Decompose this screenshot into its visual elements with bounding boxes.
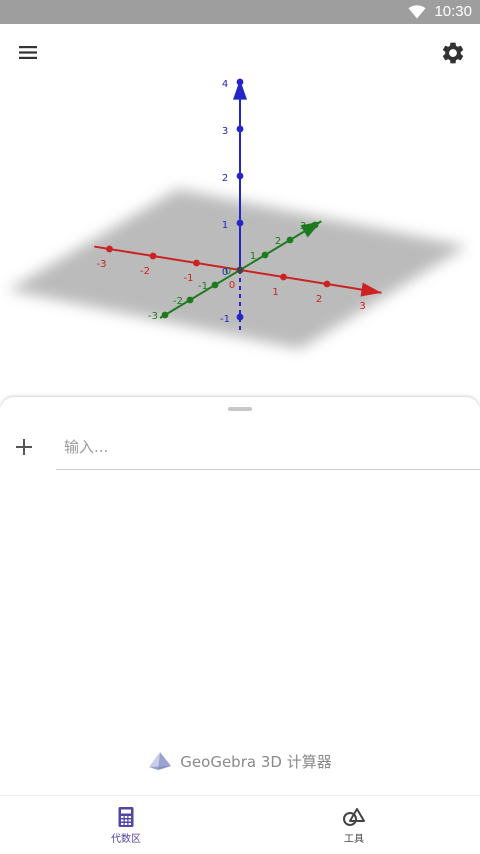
tab-tools[interactable]: 工具 (234, 796, 474, 854)
x-tick-label: 0 (229, 280, 235, 291)
tools-icon (343, 807, 365, 826)
y-tick-label: -3 (148, 311, 158, 322)
status-bar: 10:30 (0, 0, 480, 24)
x-tick-label: -1 (184, 273, 194, 284)
z-tick-dot (236, 313, 244, 321)
x-tick-label: 3 (359, 301, 365, 312)
calculator-icon (118, 806, 134, 827)
z-tick-label: -1 (220, 314, 230, 325)
y-tick-label: -2 (173, 296, 183, 307)
graphics-view-3d[interactable]: -3-2-10123-3-2-10123-101234 (0, 24, 480, 400)
x-tick-label: 2 (316, 294, 322, 305)
x-tick-label: -3 (97, 259, 107, 270)
z-tick-label: 2 (222, 173, 228, 184)
z-tick-dot (236, 78, 244, 86)
x-tick-dot (149, 252, 157, 260)
x-tick-dot (193, 259, 200, 267)
y-tick-dot (186, 296, 194, 304)
z-tick-label: 1 (222, 220, 228, 231)
y-tick-label: 1 (250, 251, 256, 262)
y-tick-label: 3 (300, 221, 306, 232)
drag-handle[interactable] (228, 407, 252, 411)
bottom-navigation: 代数区 工具 (0, 795, 480, 854)
tab-tools-label: 工具 (344, 833, 364, 845)
y-tick-dot (311, 221, 319, 229)
pyramid-logo-icon (149, 752, 172, 770)
z-tick-dot (236, 172, 244, 180)
y-tick-label: 2 (275, 236, 281, 247)
y-tick-dot (261, 251, 269, 259)
tab-algebra[interactable]: 代数区 (6, 796, 246, 854)
z-tick-dot (236, 219, 244, 227)
algebra-panel: GeoGebra 3D 计算器 (0, 397, 480, 795)
z-tick-dot (236, 125, 244, 133)
algebra-input-row[interactable] (56, 427, 480, 470)
algebra-input[interactable] (64, 435, 464, 459)
y-tick-dot (286, 236, 294, 244)
z-tick-label: 0 (222, 267, 228, 278)
wifi-icon (408, 5, 426, 19)
tab-algebra-label: 代数区 (111, 833, 141, 845)
x-tick-dot (367, 287, 374, 295)
app-brand: GeoGebra 3D 计算器 (0, 749, 480, 773)
plus-icon (16, 439, 32, 455)
y-tick-dot (211, 281, 219, 289)
x-tick-dot (106, 245, 113, 253)
y-tick-dot (161, 311, 169, 319)
add-button[interactable] (10, 433, 38, 461)
x-tick-dot (323, 280, 331, 288)
y-tick-label: -1 (198, 281, 208, 292)
app-name: GeoGebra 3D 计算器 (180, 752, 332, 771)
status-time: 10:30 (434, 3, 472, 20)
origin-point (236, 266, 244, 274)
z-tick-label: 4 (222, 79, 228, 90)
x-tick-label: 1 (272, 287, 278, 298)
x-tick-dot (280, 273, 287, 281)
z-tick-label: 3 (222, 126, 228, 137)
x-tick-label: -2 (140, 266, 150, 277)
